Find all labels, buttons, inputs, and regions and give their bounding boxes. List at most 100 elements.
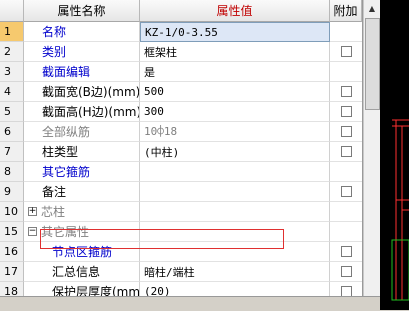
property-name-cell[interactable]: 名称: [24, 22, 140, 42]
property-name-label: 保护层厚度(mm): [52, 285, 140, 296]
add-checkbox[interactable]: [340, 146, 352, 157]
property-name-label: 类别: [42, 45, 67, 59]
property-value-cell[interactable]: [140, 182, 330, 202]
table-row[interactable]: 6 全部纵筋 10⌽18: [0, 122, 362, 142]
add-checkbox[interactable]: [340, 266, 352, 277]
property-name-cell[interactable]: − 其它属性: [24, 222, 140, 242]
property-name-label: 备注: [42, 185, 67, 199]
table-row[interactable]: 17 汇总信息 暗柱/端柱: [0, 262, 362, 282]
scroll-thumb[interactable]: [365, 18, 380, 110]
table-row[interactable]: 10 + 芯柱: [0, 202, 362, 222]
property-name-cell[interactable]: 备注: [24, 182, 140, 202]
table-row[interactable]: 15− 其它属性: [0, 222, 362, 242]
add-cell: [330, 122, 362, 142]
property-name-label: 柱类型: [42, 145, 79, 159]
table-row[interactable]: 1 名称 KZ-1/0-3.55: [0, 22, 362, 42]
row-number: 18: [0, 282, 24, 296]
status-bar: [0, 296, 380, 311]
property-name-cell[interactable]: 柱类型: [24, 142, 140, 162]
vertical-scrollbar[interactable]: ▲: [363, 0, 380, 296]
add-cell: [330, 242, 362, 262]
add-checkbox[interactable]: [340, 286, 352, 296]
row-number: 17: [0, 262, 24, 282]
property-value-cell[interactable]: (20): [140, 282, 330, 296]
header-value[interactable]: 属性值: [140, 0, 330, 22]
property-name-label: 全部纵筋: [42, 125, 91, 139]
add-cell: [330, 222, 362, 242]
row-number: 7: [0, 142, 24, 162]
property-name-cell[interactable]: 截面编辑: [24, 62, 140, 82]
table-row[interactable]: 5 截面高(H边)(mm) 300: [0, 102, 362, 122]
property-value-cell[interactable]: [140, 202, 330, 222]
table-row[interactable]: 18 保护层厚度(mm) (20): [0, 282, 362, 296]
property-name-label: 其它属性: [41, 225, 90, 239]
property-name-cell[interactable]: 节点区箍筋: [24, 242, 140, 262]
add-cell: [330, 262, 362, 282]
scroll-up-icon[interactable]: ▲: [364, 0, 380, 16]
header-add[interactable]: 附加: [330, 0, 362, 22]
row-number: 1: [0, 22, 24, 42]
add-cell: [330, 82, 362, 102]
property-name-cell[interactable]: 其它箍筋: [24, 162, 140, 182]
property-value-cell[interactable]: 500: [140, 82, 330, 102]
property-name-cell[interactable]: 截面高(H边)(mm): [24, 102, 140, 122]
property-name-label: 截面编辑: [42, 65, 91, 79]
collapse-icon[interactable]: −: [28, 227, 37, 236]
row-number: 9: [0, 182, 24, 202]
property-name-cell[interactable]: 截面宽(B边)(mm): [24, 82, 140, 102]
add-checkbox[interactable]: [340, 86, 352, 97]
row-number: 4: [0, 82, 24, 102]
property-name-label: 其它箍筋: [42, 165, 91, 179]
property-name-label: 芯柱: [41, 205, 66, 219]
add-checkbox[interactable]: [340, 106, 352, 117]
cad-drawing: [391, 119, 409, 301]
property-name-cell[interactable]: 全部纵筋: [24, 122, 140, 142]
property-name-cell[interactable]: 保护层厚度(mm): [24, 282, 140, 296]
add-checkbox[interactable]: [340, 246, 352, 257]
property-grid: 属性名称 属性值 附加 1 名称 KZ-1/0-3.55 2 类别 框架柱 3 截面编辑 是 4 截…: [0, 0, 363, 296]
property-name-label: 截面宽(B边)(mm): [42, 85, 140, 99]
table-row[interactable]: 9 备注: [0, 182, 362, 202]
table-row[interactable]: 2 类别 框架柱: [0, 42, 362, 62]
property-value-cell[interactable]: (中柱): [140, 142, 330, 162]
add-cell: [330, 22, 362, 42]
property-name-label: 截面高(H边)(mm): [42, 105, 140, 119]
row-number: 5: [0, 102, 24, 122]
property-value-cell[interactable]: 10⌽18: [140, 122, 330, 142]
add-cell: [330, 202, 362, 222]
add-checkbox[interactable]: [340, 186, 352, 197]
property-value-cell[interactable]: [140, 222, 330, 242]
row-number: 15: [0, 222, 24, 242]
header-name[interactable]: 属性名称: [24, 0, 140, 22]
row-number: 3: [0, 62, 24, 82]
add-checkbox[interactable]: [340, 46, 352, 57]
property-value-cell[interactable]: 300: [140, 102, 330, 122]
property-value-cell[interactable]: [140, 242, 330, 262]
row-number: 8: [0, 162, 24, 182]
table-row[interactable]: 3 截面编辑 是: [0, 62, 362, 82]
row-number: 2: [0, 42, 24, 62]
expand-icon[interactable]: +: [28, 207, 37, 216]
property-value-cell[interactable]: [140, 162, 330, 182]
property-value-cell[interactable]: 暗柱/端柱: [140, 262, 330, 282]
property-name-label: 节点区箍筋: [52, 245, 113, 259]
cad-viewport[interactable]: [380, 0, 409, 310]
property-name-cell[interactable]: + 芯柱: [24, 202, 140, 222]
row-number: 16: [0, 242, 24, 262]
row-number: 6: [0, 122, 24, 142]
header-corner: [0, 0, 24, 22]
property-name-cell[interactable]: 类别: [24, 42, 140, 62]
add-cell: [330, 102, 362, 122]
table-row[interactable]: 16 节点区箍筋: [0, 242, 362, 262]
property-value-cell[interactable]: 是: [140, 62, 330, 82]
table-row[interactable]: 4 截面宽(B边)(mm) 500: [0, 82, 362, 102]
property-name-cell[interactable]: 汇总信息: [24, 262, 140, 282]
property-value-cell[interactable]: 框架柱: [140, 42, 330, 62]
add-checkbox[interactable]: [340, 126, 352, 137]
add-cell: [330, 182, 362, 202]
table-row[interactable]: 7 柱类型 (中柱): [0, 142, 362, 162]
table-row[interactable]: 8 其它箍筋: [0, 162, 362, 182]
property-value-cell[interactable]: KZ-1/0-3.55: [140, 22, 330, 42]
row-number: 10: [0, 202, 24, 222]
property-name-label: 汇总信息: [52, 265, 101, 279]
